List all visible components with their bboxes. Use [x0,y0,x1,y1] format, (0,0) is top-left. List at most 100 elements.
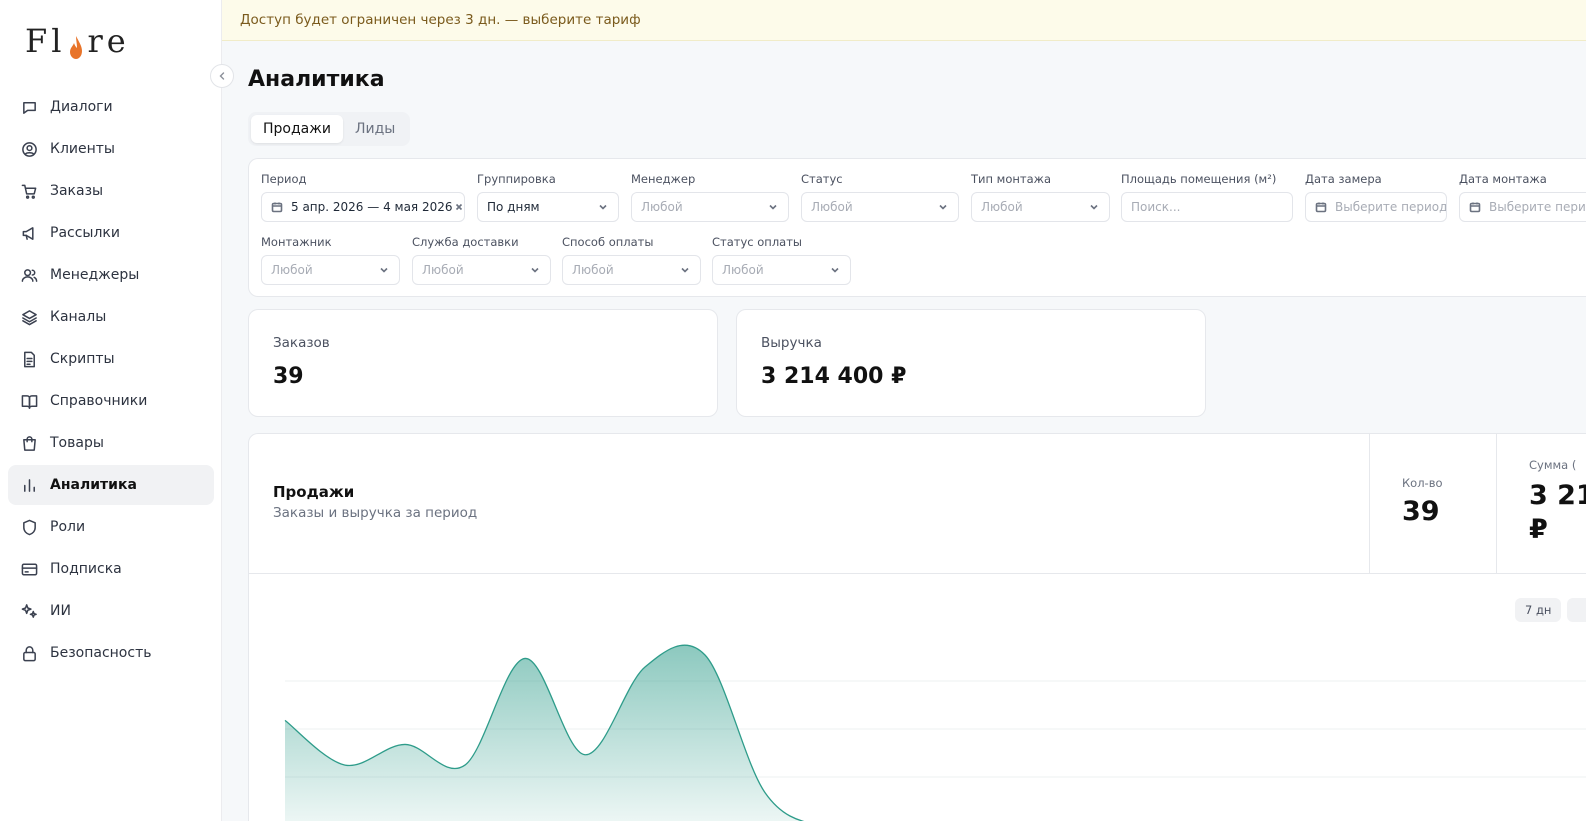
orders-stat-card: Заказов 39 [248,309,718,417]
chevron-down-icon [599,204,607,210]
logo[interactable]: Fl re [25,22,130,60]
filter-label: Площадь помещения (м²) [1121,172,1277,186]
filter-label: Статус [801,172,843,186]
revenue-label: Выручка [761,335,822,351]
banner-text: Доступ будет ограничен через 3 дн. — выб… [240,12,641,28]
grouping-select[interactable]: По дням [477,192,619,222]
sidebar-item-bag[interactable]: Товары [8,423,214,463]
manager-value: Любой [641,200,683,214]
chevron-down-icon [380,267,388,273]
chevron-down-icon [1090,204,1098,210]
chevron-down-icon [939,204,947,210]
area-search-input[interactable]: Поиск... [1121,192,1293,222]
orders-value: 39 [273,364,304,389]
logo-text-left: Fl [25,22,66,60]
megaphone-icon [20,224,38,242]
filter-label: Статус оплаты [712,235,802,249]
clear-icon[interactable] [453,201,465,213]
mount-type-select[interactable]: Любой [971,192,1110,222]
book-icon [20,392,38,410]
sidebar-item-lock[interactable]: Безопасность [8,633,214,673]
lock-icon [20,644,38,662]
payment-status-select[interactable]: Любой [712,255,851,285]
tab-sales[interactable]: Продажи [251,115,343,143]
sidebar-nav: Диалоги Клиенты Заказы Рассылки Менеджеры Кан… [8,87,214,675]
tabs: Продажи Лиды [248,112,411,146]
sidebar-item-users[interactable]: Менеджеры [8,255,214,295]
calendar-icon [271,202,283,213]
filter-label: Дата замера [1305,172,1382,186]
sidebar-item-chat[interactable]: Диалоги [8,87,214,127]
sidebar-item-shield[interactable]: Роли [8,507,214,547]
period-value: 5 апр. 2026 — 4 мая 2026 [291,200,453,214]
sum-kpi-value-line1: 3 21 [1529,480,1586,511]
sidebar-item-label: Безопасность [50,645,152,661]
filter-payment-status: Статус оплаты Любой [712,235,851,285]
filter-delivery: Служба доставки Любой [412,235,551,285]
sidebar-item-label: Каналы [50,309,107,325]
mount-date-placeholder: Выберите период [1489,200,1586,214]
sidebar-item-file-text[interactable]: Скрипты [8,339,214,379]
delivery-select[interactable]: Любой [412,255,551,285]
credit-card-icon [20,560,38,578]
calendar-icon [1315,202,1327,213]
filter-grouping: Группировка По дням [477,172,619,222]
sidebar-item-book[interactable]: Справочники [8,381,214,421]
chevron-down-icon [769,204,777,210]
layers-icon [20,308,38,326]
measure-date-picker[interactable]: Выберите период [1305,192,1447,222]
sales-area-chart [284,644,1586,821]
revenue-value: 3 214 400 ₽ [761,364,907,389]
file-text-icon [20,350,38,368]
sum-kpi[interactable]: Сумма ( 3 21 ₽ [1496,434,1586,574]
area-placeholder: Поиск... [1131,200,1181,214]
filter-label: Дата монтажа [1459,172,1547,186]
count-kpi[interactable]: Кол-во 39 [1369,434,1496,574]
sidebar: Fl re Диалоги Клиенты Заказы Рассылки Менедж… [0,0,222,821]
mount-date-picker[interactable]: Выберите период [1459,192,1586,222]
period-picker[interactable]: 5 апр. 2026 — 4 мая 2026 [261,192,465,222]
status-select[interactable]: Любой [801,192,959,222]
filter-label: Тип монтажа [971,172,1052,186]
filter-mount-date: Дата монтажа Выберите период [1459,172,1586,222]
filter-area: Площадь помещения (м²) Поиск... [1121,172,1293,222]
sidebar-item-credit-card[interactable]: Подписка [8,549,214,589]
chevron-down-icon [531,267,539,273]
chevron-down-icon [681,267,689,273]
count-kpi-label: Кол-во [1402,476,1443,490]
filter-payment-method: Способ оплаты Любой [562,235,701,285]
payment-method-select[interactable]: Любой [562,255,701,285]
sidebar-item-layers[interactable]: Каналы [8,297,214,337]
sidebar-item-label: Роли [50,519,86,535]
filter-installer: Монтажник Любой [261,235,400,285]
logo-text-right: re [87,22,130,60]
filter-mount-type: Тип монтажа Любой [971,172,1110,222]
sidebar-item-user-circle[interactable]: Клиенты [8,129,214,169]
sidebar-item-label: Клиенты [50,141,115,157]
manager-select[interactable]: Любой [631,192,789,222]
installer-select[interactable]: Любой [261,255,400,285]
shield-icon [20,518,38,536]
filter-period: Период 5 апр. 2026 — 4 мая 2026 [261,172,465,222]
chevron-down-icon [831,267,839,273]
filter-label: Менеджер [631,172,696,186]
delivery-value: Любой [422,263,464,277]
revenue-stat-card: Выручка 3 214 400 ₽ [736,309,1206,417]
tab-leads[interactable]: Лиды [343,115,407,143]
sidebar-item-label: Рассылки [50,225,120,241]
collapse-sidebar-button[interactable] [210,64,234,88]
sales-chart-card: Продажи Заказы и выручка за период Кол-в… [248,433,1586,821]
sidebar-item-bar-chart[interactable]: Аналитика [8,465,214,505]
filter-label: Способ оплаты [562,235,654,249]
status-value: Любой [811,200,853,214]
sidebar-item-cart[interactable]: Заказы [8,171,214,211]
sidebar-item-label: Скрипты [50,351,115,367]
sidebar-item-label: Менеджеры [50,267,140,283]
trial-banner[interactable]: Доступ будет ограничен через 3 дн. — выб… [222,0,1586,41]
sidebar-item-label: Товары [50,435,104,451]
sidebar-item-sparkles[interactable]: ИИ [8,591,214,631]
sidebar-item-megaphone[interactable]: Рассылки [8,213,214,253]
cart-icon [20,182,38,200]
filters-panel: Период 5 апр. 2026 — 4 мая 2026 Группиро… [248,158,1586,297]
sidebar-item-label: Подписка [50,561,122,577]
